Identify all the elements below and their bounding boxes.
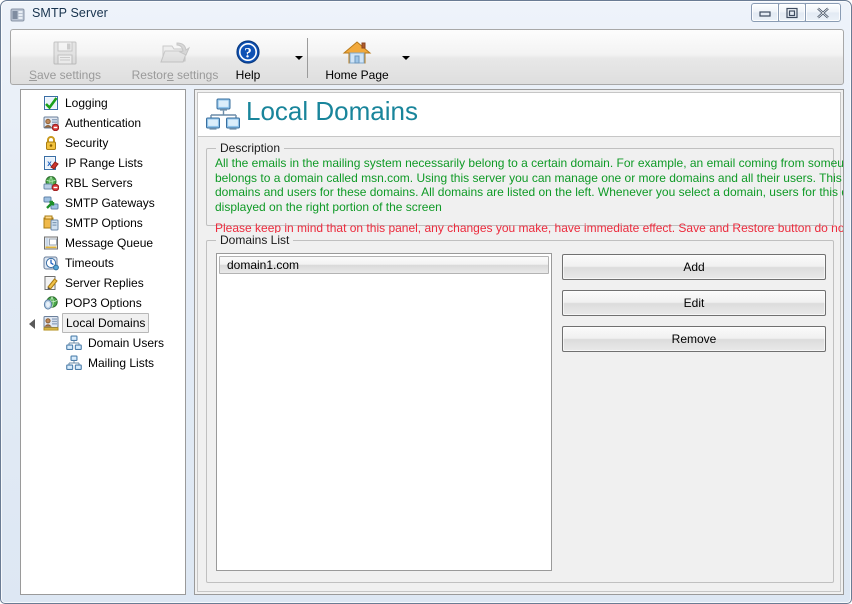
description-line: displayed on the right portion of the sc…	[215, 199, 442, 214]
sidebar-item-label: Domain Users	[88, 336, 165, 350]
domain-card-icon	[43, 315, 59, 331]
save-settings-button[interactable]: Save settings	[17, 33, 113, 83]
description-group: Description All the emails in the mailin…	[206, 141, 843, 235]
description-line: domains and users for these domains. All…	[215, 185, 843, 200]
sidebar-item-label: RBL Servers	[65, 176, 133, 190]
sidebar-item-label: SMTP Options	[65, 216, 143, 230]
sidebar-item-local-domains[interactable]: Local Domains	[21, 313, 185, 333]
home-page-label: Home Page	[325, 68, 389, 82]
remove-button[interactable]: Remove	[562, 326, 826, 352]
domains-listbox[interactable]: domain1.com	[216, 253, 552, 571]
add-button[interactable]: Add	[562, 254, 826, 280]
clock-icon	[43, 255, 59, 271]
globe-block-icon	[43, 175, 60, 192]
sidebar-item-smtp-options[interactable]: SMTP Options	[21, 213, 185, 233]
help-dropdown-chevron-down-icon[interactable]	[295, 56, 303, 60]
maximize-button[interactable]	[778, 3, 806, 22]
close-button[interactable]	[805, 3, 841, 22]
sidebar-item-smtp-gateways[interactable]: SMTP Gateways	[21, 193, 185, 213]
application-window: SMTP Server Save settings Restore settin…	[0, 0, 852, 604]
toolbar-separator	[307, 38, 308, 78]
minimize-button[interactable]	[751, 3, 779, 22]
description-body: All the emails in the mailing system nec…	[215, 156, 844, 236]
sidebar-item-label: Server Replies	[65, 276, 144, 290]
sidebar-item-label: Security	[65, 136, 109, 150]
sidebar-item-message-queue[interactable]: Message Queue	[21, 233, 185, 253]
sidebar-item-label: Logging	[65, 96, 108, 110]
user-card-icon	[43, 115, 60, 132]
sidebar-item-authentication[interactable]: Authentication	[21, 113, 185, 133]
gateway-arrow-icon	[43, 195, 59, 211]
description-legend: Description	[216, 141, 285, 155]
page-title: Local Domains	[246, 96, 418, 126]
sidebar-item-logging[interactable]: Logging	[21, 93, 185, 113]
sidebar-item-ip-range-lists[interactable]: x IP Range Lists	[21, 153, 185, 173]
sidebar-item-label: POP3 Options	[65, 296, 142, 310]
help-question-icon: ?	[232, 37, 264, 69]
sidebar-item-timeouts[interactable]: Timeouts	[21, 253, 185, 273]
page-header: Local Domains	[198, 93, 840, 137]
sidebar-item-label: Mailing Lists	[88, 356, 155, 370]
sidebar-item-security[interactable]: Security	[21, 133, 185, 153]
toolbar: Save settings Restore settings ? Help Ho…	[10, 29, 844, 85]
content-panel: Local Domains Description All the emails…	[194, 89, 844, 595]
content-inner: Local Domains Description All the emails…	[197, 92, 843, 592]
sidebar-item-label: Timeouts	[65, 256, 114, 270]
title-bar: SMTP Server	[1, 1, 851, 29]
help-button[interactable]: ? Help	[217, 33, 279, 83]
edit-pencil-icon	[43, 275, 59, 291]
svg-text:?: ?	[244, 46, 252, 62]
open-folder-icon	[159, 37, 191, 69]
app-window-icon	[10, 7, 26, 23]
sidebar-item-label: Local Domains	[62, 313, 150, 333]
network-pcs-icon	[206, 98, 240, 130]
window-title: SMTP Server	[32, 6, 108, 20]
save-disk-icon	[49, 37, 81, 69]
description-line: belongs to a domain called msn.com. Usin…	[215, 170, 844, 185]
description-line: All the emails in the mailing system nec…	[215, 156, 844, 170]
sidebar-item-label: IP Range Lists	[65, 156, 143, 170]
sidebar-item-label: Message Queue	[65, 236, 154, 250]
network-pcs-icon	[66, 335, 82, 351]
tree-expander-expanded-icon[interactable]	[29, 319, 35, 329]
domains-list-legend: Domains List	[216, 233, 294, 247]
domains-list-group: Domains List domain1.com Add Edit Remove	[206, 233, 834, 583]
home-page-button[interactable]: Home Page	[311, 33, 403, 83]
sidebar-item-domain-users[interactable]: Domain Users	[21, 333, 185, 353]
home-house-icon	[341, 37, 373, 69]
home-dropdown-chevron-down-icon[interactable]	[402, 56, 410, 60]
description-warning: Please keep in mind that on this panel, …	[215, 221, 844, 236]
sidebar-item-label: Authentication	[65, 116, 142, 130]
pop3-globe-icon	[43, 295, 59, 311]
list-item[interactable]: domain1.com	[219, 256, 549, 274]
sidebar-item-mailing-lists[interactable]: Mailing Lists	[21, 353, 185, 373]
sidebar-item-rbl-servers[interactable]: RBL Servers	[21, 173, 185, 193]
navigation-tree[interactable]: Logging Authentication Security x IP Ran…	[20, 89, 186, 595]
sidebar-item-label: SMTP Gateways	[65, 196, 155, 210]
sidebar-item-pop3-options[interactable]: POP3 Options	[21, 293, 185, 313]
padlock-icon	[43, 135, 59, 151]
options-box-icon	[43, 215, 59, 231]
save-settings-label: Save settings	[28, 68, 102, 82]
help-label: Help	[235, 68, 261, 82]
ip-list-icon: x	[43, 155, 59, 171]
queue-list-icon	[43, 235, 59, 251]
network-pcs-icon	[66, 355, 82, 371]
sidebar-item-server-replies[interactable]: Server Replies	[21, 273, 185, 293]
edit-button[interactable]: Edit	[562, 290, 826, 316]
checklist-icon	[43, 95, 59, 111]
